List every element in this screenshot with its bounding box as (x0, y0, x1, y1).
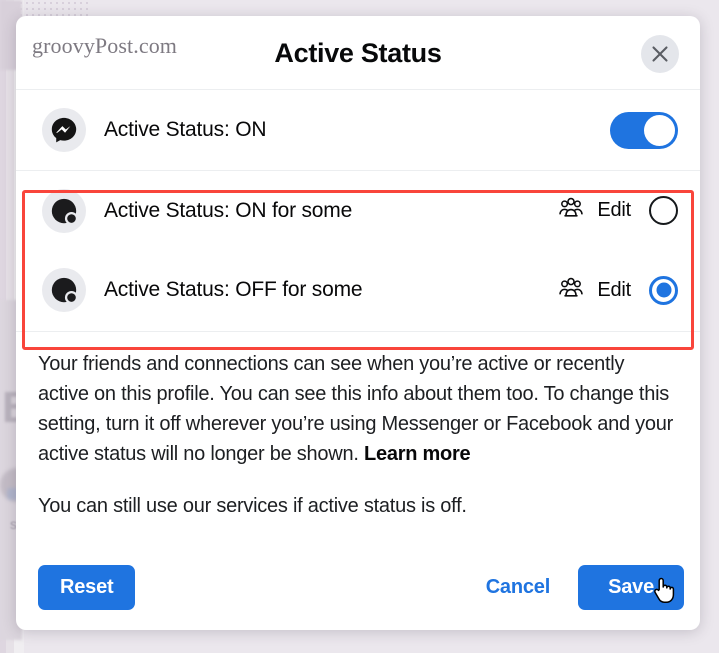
dialog-header: groovyPost.com Active Status (16, 16, 700, 90)
people-group-icon (557, 277, 585, 304)
edit-link[interactable]: Edit (597, 279, 631, 302)
person-status-icon (42, 268, 86, 312)
body-paragraph-primary: Your friends and connections can see whe… (38, 349, 674, 469)
learn-more-link[interactable]: Learn more (364, 443, 471, 465)
messenger-icon (42, 108, 86, 152)
option-row-active-status-on[interactable]: Active Status: ON (16, 90, 700, 170)
active-status-dialog: groovyPost.com Active Status Active Stat… (16, 16, 700, 630)
radio-on-for-some[interactable] (649, 196, 678, 225)
body-text: Your friends and connections can see whe… (38, 353, 674, 465)
people-group-icon (557, 197, 585, 224)
option-controls: Edit (557, 275, 678, 305)
reset-button[interactable]: Reset (38, 564, 136, 610)
option-row-off-for-some[interactable]: Active Status: OFF for some Edit (16, 250, 700, 330)
dialog-body: Your friends and connections can see whe… (16, 331, 700, 521)
option-label: Active Status: ON for some (104, 198, 353, 222)
option-label: Active Status: OFF for some (104, 278, 363, 301)
option-controls: Edit (557, 196, 678, 225)
edit-link[interactable]: Edit (597, 199, 631, 222)
body-paragraph-secondary: You can still use our services if active… (38, 495, 467, 517)
toggle-knob (644, 114, 675, 146)
page-title: Active Status (274, 38, 442, 68)
radio-off-for-some[interactable] (649, 275, 678, 305)
option-controls (610, 111, 678, 149)
cancel-button[interactable]: Cancel (472, 565, 564, 610)
save-button[interactable]: Save (578, 564, 684, 610)
person-status-icon (42, 188, 86, 233)
dialog-footer: Reset Cancel Save (16, 544, 700, 630)
close-button[interactable] (641, 35, 679, 73)
active-status-toggle[interactable] (610, 111, 678, 149)
option-row-on-for-some[interactable]: Active Status: ON for some Edit (16, 170, 700, 250)
option-label: Active Status: ON (104, 118, 267, 141)
close-icon (650, 44, 670, 64)
